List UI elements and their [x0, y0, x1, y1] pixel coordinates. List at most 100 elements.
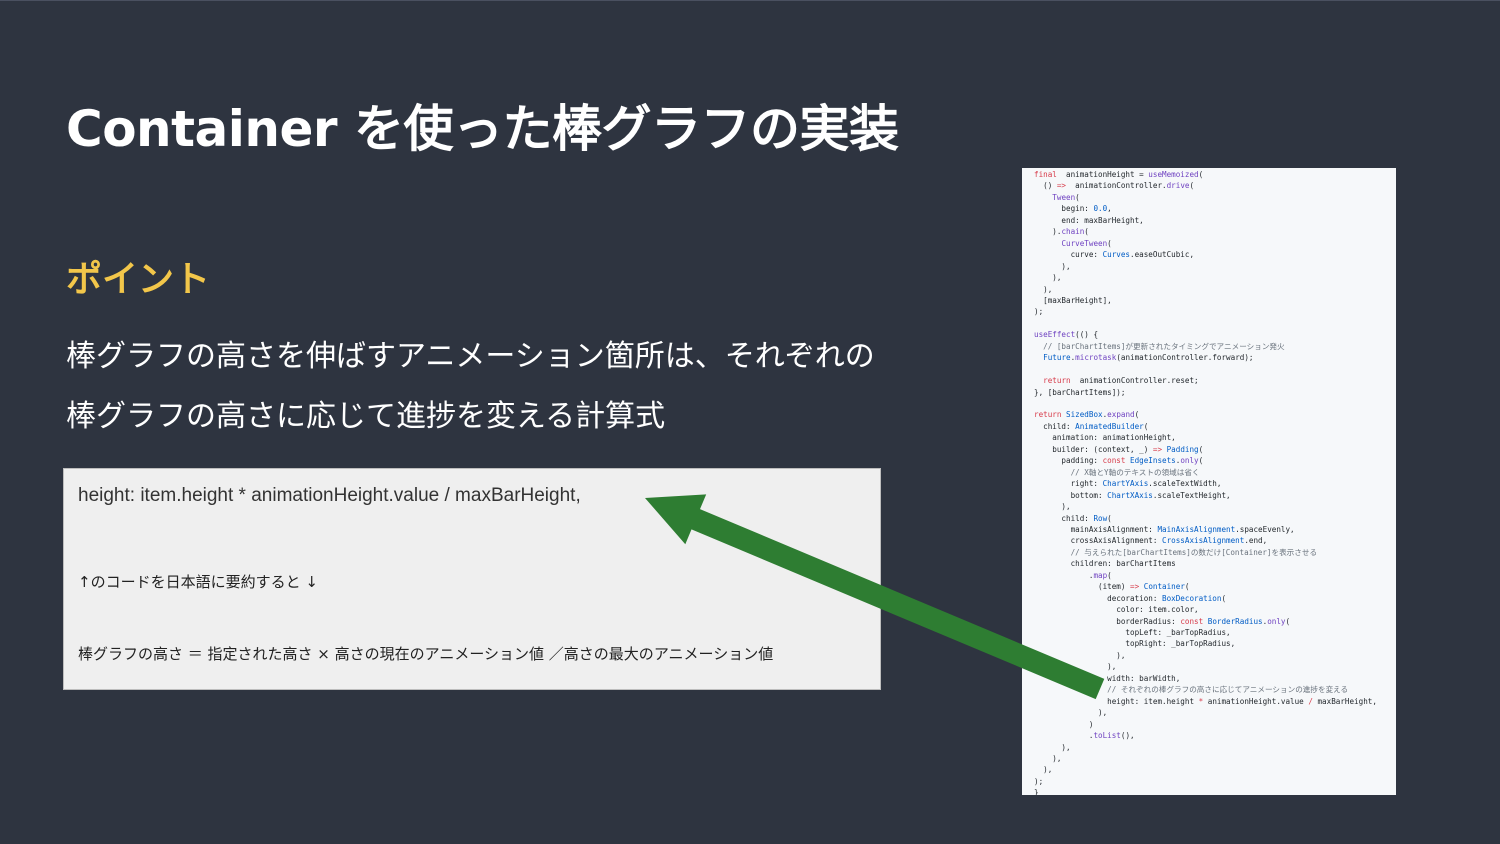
- code-token: borderRadius:: [1034, 616, 1181, 626]
- code-token: const: [1102, 456, 1126, 466]
- code-line: height: item.height * animationHeight.va…: [1034, 696, 1377, 707]
- code-token: .scaleTextHeight,: [1152, 490, 1231, 500]
- code-token: (item): [1034, 582, 1131, 592]
- code-token: (: [1221, 593, 1227, 603]
- code-line: );: [1034, 776, 1043, 787]
- code-line: // [barChartItems]が更新されたタイミングでアニメーション発火: [1034, 341, 1285, 352]
- code-token: (: [1143, 421, 1149, 431]
- description-line-1: 棒グラフの高さを伸ばすアニメーション箇所は、それぞれの: [66, 339, 875, 374]
- code-token: width: barWidth,: [1034, 673, 1181, 683]
- code-line: crossAxisAlignment: CrossAxisAlignment.e…: [1034, 535, 1268, 546]
- code-token: Curves: [1102, 250, 1131, 260]
- code-token: (),: [1120, 731, 1135, 741]
- code-token: return: [1034, 410, 1062, 420]
- code-token: mainAxisAlignment:: [1034, 524, 1158, 534]
- code-token: CrossAxisAlignment: [1162, 536, 1245, 546]
- code-line: Tween(: [1034, 192, 1080, 203]
- code-line: ),: [1034, 501, 1070, 512]
- code-token: ChartYAxis: [1102, 479, 1149, 489]
- code-token: (: [1198, 456, 1204, 466]
- formula-box: height: item.height * animationHeight.va…: [63, 468, 881, 690]
- code-line: (item) => Container(: [1034, 581, 1189, 592]
- code-line: curve: Curves.easeOutCubic,: [1034, 249, 1194, 260]
- code-line: begin: 0.0,: [1034, 203, 1111, 214]
- code-token: .: [1034, 570, 1094, 580]
- code-token: .easeOutCubic,: [1130, 250, 1195, 260]
- code-token: =>: [1152, 444, 1163, 454]
- code-token: curve:: [1034, 250, 1103, 260]
- code-token: topLeft: _barTopRadius,: [1034, 628, 1231, 637]
- code-token: .spaceEvenly,: [1235, 524, 1295, 534]
- code-token: BorderRadius: [1207, 616, 1263, 626]
- code-token: begin:: [1034, 204, 1094, 214]
- code-token: EdgeInsets: [1130, 456, 1176, 466]
- code-token: toList: [1093, 731, 1121, 741]
- code-token: return: [1043, 376, 1071, 386]
- code-token: drive: [1166, 181, 1190, 191]
- code-token: CurveTween: [1061, 238, 1108, 248]
- formula-japanese: 棒グラフの高さ ＝ 指定された高さ × 高さの現在のアニメーション値 ／高さの最…: [78, 645, 774, 663]
- code-line: .toList(),: [1034, 730, 1135, 741]
- code-line: ),: [1034, 284, 1052, 295]
- code-token: // [barChartItems]が更新されたタイミングでアニメーション発火: [1034, 341, 1285, 351]
- code-line: );: [1034, 306, 1043, 317]
- code-line: right: ChartYAxis.scaleTextWidth,: [1034, 478, 1222, 489]
- code-token: .end,: [1244, 536, 1268, 546]
- code-token: padding:: [1034, 456, 1103, 466]
- code-line: // X軸とY軸のテキストの領域は省く: [1034, 467, 1200, 478]
- code-line: Future.microtask(animationController.for…: [1034, 352, 1253, 363]
- code-line: builder: (context, _) => Padding(: [1034, 444, 1203, 455]
- code-line: .map(: [1034, 570, 1112, 581]
- code-line: ).chain(: [1034, 226, 1089, 237]
- formula-code: height: item.height * animationHeight.va…: [78, 485, 581, 506]
- code-line: ),: [1034, 764, 1052, 775]
- code-token: SizedBox: [1066, 410, 1103, 420]
- code-line: () => animationController.drive(: [1034, 180, 1194, 191]
- code-token: (: [1198, 444, 1204, 454]
- code-token: child:: [1034, 513, 1094, 523]
- code-line: color: item.color,: [1034, 604, 1199, 615]
- code-token: (: [1075, 192, 1080, 202]
- code-token: builder: (context, _): [1034, 444, 1153, 454]
- code-line: useEffect(() {: [1034, 329, 1098, 340]
- slide: Container を使った棒グラフの実装 ポイント 棒グラフの高さを伸ばすアニ…: [0, 0, 1500, 844]
- code-token: (() {: [1075, 330, 1099, 340]
- code-token: expand: [1107, 410, 1135, 420]
- code-line: mainAxisAlignment: MainAxisAlignment.spa…: [1034, 524, 1295, 535]
- code-token: (: [1107, 238, 1112, 248]
- code-token: ).: [1034, 227, 1062, 237]
- code-token: topRight: _barTopRadius,: [1034, 639, 1236, 649]
- code-line: child: AnimatedBuilder(: [1034, 421, 1148, 432]
- code-line: bottom: ChartXAxis.scaleTextHeight,: [1034, 490, 1231, 501]
- code-token: right:: [1034, 479, 1103, 489]
- code-token: ),: [1034, 261, 1071, 271]
- code-line: ),: [1034, 650, 1125, 661]
- code-token: Container: [1143, 582, 1185, 592]
- code-token: map: [1093, 570, 1108, 580]
- code-line: topRight: _barTopRadius,: [1034, 638, 1235, 649]
- code-line: topLeft: _barTopRadius,: [1034, 627, 1231, 638]
- code-token: final: [1034, 170, 1057, 179]
- code-token: bottom:: [1034, 490, 1108, 500]
- code-line: [maxBarHeight],: [1034, 295, 1112, 306]
- description-line-2: 棒グラフの高さに応じて進捗を変える計算式: [66, 399, 666, 434]
- code-token: ),: [1034, 662, 1117, 672]
- code-token: only: [1267, 616, 1286, 626]
- code-token: color: item.color,: [1034, 605, 1199, 615]
- code-token: animationHeight =: [1056, 170, 1149, 179]
- code-token: children: barChartItems: [1034, 559, 1176, 569]
- code-token: (animationController.forward);: [1116, 353, 1254, 363]
- code-token: ): [1034, 719, 1094, 729]
- code-token: ),: [1034, 650, 1126, 660]
- code-token: );: [1034, 776, 1044, 786]
- code-token: (: [1198, 170, 1204, 179]
- code-token: ChartXAxis: [1107, 490, 1153, 500]
- code-token: // X軸とY軸のテキストの領域は省く: [1034, 467, 1200, 477]
- code-token: (: [1285, 616, 1291, 626]
- code-line: ),: [1034, 272, 1061, 283]
- code-token: Padding: [1166, 444, 1199, 454]
- code-line: padding: const EdgeInsets.only(: [1034, 455, 1203, 466]
- code-token: microtask: [1075, 353, 1117, 363]
